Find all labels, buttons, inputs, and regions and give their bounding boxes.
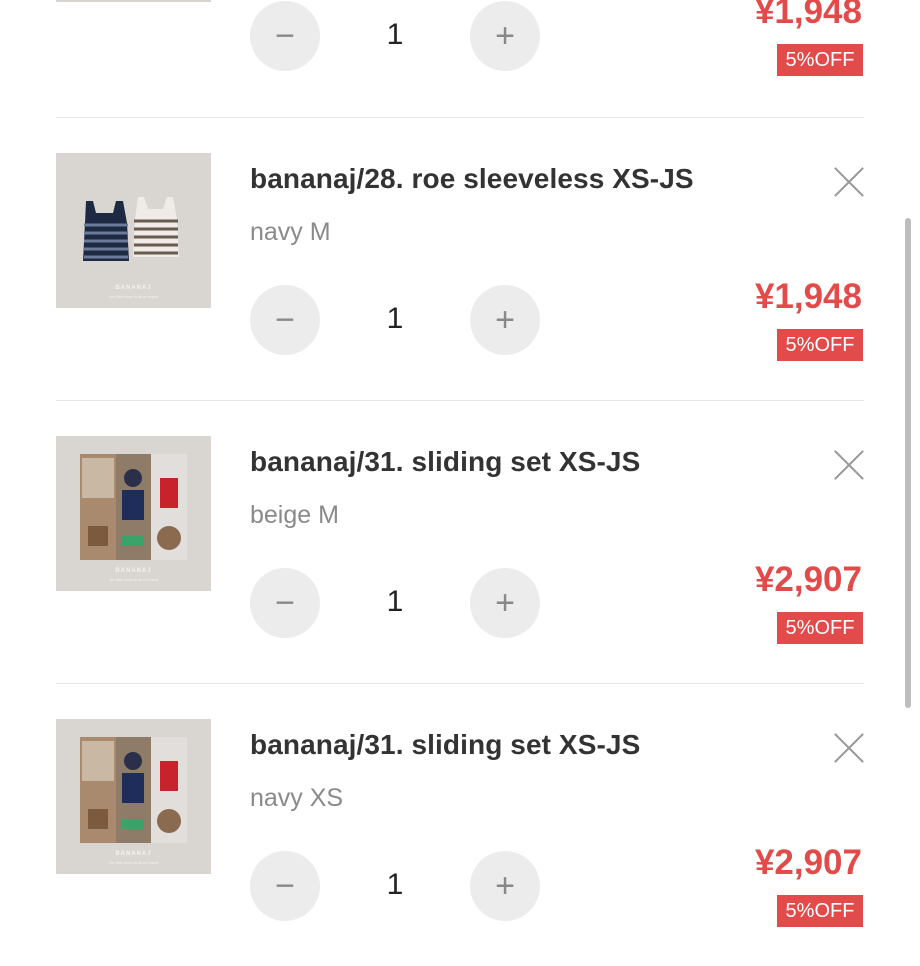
plus-icon: +: [495, 301, 515, 339]
item-name[interactable]: bananaj/28. roe sleeveless XS-JS: [250, 163, 694, 195]
thumb-tagline: the little ones in all of brand: [109, 860, 158, 865]
minus-icon: −: [275, 867, 295, 905]
plus-icon: +: [495, 867, 515, 905]
thumb-brand: BANANAJ: [115, 851, 152, 857]
discount-badge: 5%OFF: [777, 329, 863, 361]
thumb-tagline: the little ones in all of brand: [109, 577, 158, 582]
item-variant: beige M: [250, 501, 339, 529]
cart-item: BANANAJ the little ones in all of brand …: [0, 683, 920, 966]
increment-button[interactable]: +: [470, 285, 540, 355]
plus-icon: +: [495, 17, 515, 55]
product-image[interactable]: BANANAJ the little ones in all of brand: [56, 153, 211, 308]
thumb-brand: BANANAJ: [115, 568, 152, 574]
cart-item: BANANAJ the little ones in all of brand …: [0, 117, 920, 400]
cart-item: BANANAJ the little ones in all of brand …: [0, 400, 920, 683]
close-icon[interactable]: [827, 445, 867, 485]
cart-list: BANANAJ − 1 + ¥1,948 5%OFF: [0, 0, 920, 927]
plus-icon: +: [495, 584, 515, 622]
decrement-button[interactable]: −: [250, 851, 320, 921]
discount-badge: 5%OFF: [777, 895, 863, 927]
decrement-button[interactable]: −: [250, 1, 320, 71]
minus-icon: −: [275, 584, 295, 622]
decrement-button[interactable]: −: [250, 568, 320, 638]
product-image[interactable]: BANANAJ: [56, 0, 211, 2]
quantity-value: 1: [386, 585, 404, 618]
thumb-brand: BANANAJ: [115, 285, 152, 291]
quantity-value: 1: [386, 868, 404, 901]
item-name[interactable]: bananaj/31. sliding set XS-JS: [250, 729, 640, 761]
cart-item: BANANAJ − 1 + ¥1,948 5%OFF: [0, 0, 920, 117]
scrollbar[interactable]: [905, 218, 911, 708]
minus-icon: −: [275, 17, 295, 55]
item-price: ¥2,907: [754, 843, 862, 882]
discount-badge: 5%OFF: [777, 612, 863, 644]
decrement-button[interactable]: −: [250, 285, 320, 355]
minus-icon: −: [275, 301, 295, 339]
product-image[interactable]: BANANAJ the little ones in all of brand: [56, 719, 211, 874]
item-variant: navy M: [250, 218, 331, 246]
increment-button[interactable]: +: [470, 851, 540, 921]
product-image[interactable]: BANANAJ the little ones in all of brand: [56, 436, 211, 591]
discount-badge: 5%OFF: [777, 44, 863, 76]
item-price: ¥1,948: [754, 277, 862, 316]
increment-button[interactable]: +: [470, 1, 540, 71]
item-name[interactable]: bananaj/31. sliding set XS-JS: [250, 446, 640, 478]
thumb-tagline: the little ones in all of brand: [109, 294, 158, 299]
quantity-value: 1: [386, 302, 404, 335]
quantity-value: 1: [386, 18, 404, 51]
close-icon[interactable]: [827, 162, 867, 202]
item-variant: navy XS: [250, 784, 344, 812]
item-price: ¥1,948: [754, 0, 862, 31]
close-icon[interactable]: [827, 728, 867, 768]
increment-button[interactable]: +: [470, 568, 540, 638]
item-price: ¥2,907: [754, 560, 862, 599]
